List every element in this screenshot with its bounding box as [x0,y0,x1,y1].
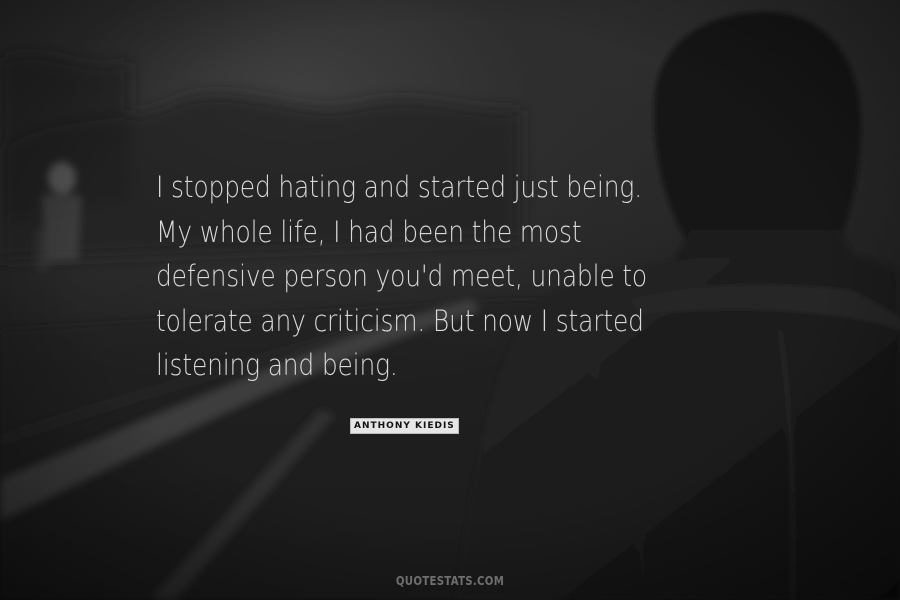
quote-line-2: My whole life, I had been the most [156,214,582,249]
quote-line-3: defensive person you'd meet, unable to [156,259,647,293]
quote-text: I stopped hating and started just being.… [156,165,706,388]
quote-image: I stopped hating and started just being.… [0,0,900,600]
quote-line-4: tolerate any criticism. But now I starte… [156,303,644,338]
quote-line-5: listening and being. [156,348,398,382]
author-badge: ANTHONY KIEDIS [350,418,459,434]
quote-line-1: I stopped hating and started just being. [156,170,642,204]
site-watermark: QUOTESTATS.COM [395,574,505,588]
